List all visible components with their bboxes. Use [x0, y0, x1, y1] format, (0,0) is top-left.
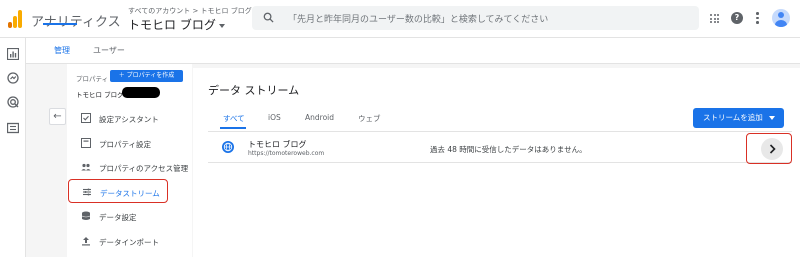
more-vert-icon[interactable] — [756, 12, 760, 25]
nav-item-label: プロパティ設定 — [99, 140, 152, 149]
help-icon[interactable]: ? — [731, 12, 743, 24]
explore-icon[interactable] — [7, 72, 19, 84]
redaction-bar — [122, 87, 160, 98]
search-placeholder: 「先月と昨年同月のユーザー数の比較」と検索してみてください — [288, 15, 549, 25]
web-globe-icon — [222, 141, 234, 153]
property-selector[interactable]: トモヒロ ブログ — [128, 16, 225, 33]
filter-tab-all[interactable]: すべて — [223, 113, 245, 124]
nav-item-data-import[interactable]: データインポート — [68, 229, 192, 253]
tab-user[interactable]: ユーザー — [93, 45, 125, 56]
analytics-logo-icon[interactable] — [8, 10, 22, 28]
account-breadcrumb[interactable]: すべてのアカウント > トモヒロ ブログ — [128, 6, 252, 16]
filter-tab-ios[interactable]: iOS — [268, 113, 281, 122]
create-property-button[interactable]: ＋ プロパティを作成 — [110, 70, 183, 82]
property-selector-label: トモヒロ ブログ — [128, 18, 216, 32]
filter-active-indicator — [220, 127, 246, 129]
stream-url: https://tomoteroweb.com — [248, 150, 325, 157]
upload-icon — [82, 237, 90, 246]
caret-down-icon — [218, 23, 225, 28]
nav-item-label: プロパティのアクセス管理 — [99, 164, 189, 173]
search-icon — [263, 12, 274, 23]
filter-tab-android[interactable]: Android — [305, 113, 334, 122]
settings-square-icon — [81, 138, 91, 148]
nav-item-label: データ設定 — [99, 213, 137, 222]
page-title: データ ストリーム — [208, 84, 300, 97]
configure-icon[interactable] — [7, 122, 19, 134]
data-stream-icon — [83, 188, 91, 196]
stream-status: 過去 48 時間に受信したデータはありません。 — [430, 145, 587, 154]
add-stream-label: ストリームを追加 — [703, 113, 763, 122]
nav-item-property-settings[interactable]: プロパティ設定 — [68, 131, 192, 155]
caret-down-icon — [768, 116, 775, 120]
top-bar: アナリティクス すべてのアカウント > トモヒロ ブログ トモヒロ ブログ 「先… — [0, 0, 800, 38]
tab-active-indicator — [43, 23, 77, 25]
left-rail — [0, 38, 26, 257]
nav-item-data-settings[interactable]: データ設定 — [68, 204, 192, 228]
ga-admin-page: アナリティクス すべてのアカウント > トモヒロ ブログ トモヒロ ブログ 「先… — [0, 0, 800, 257]
open-stream-button[interactable] — [761, 138, 783, 160]
nav-item-access-management[interactable]: プロパティのアクセス管理 — [68, 155, 192, 179]
apps-grid-icon[interactable] — [710, 14, 719, 23]
property-selector-dropdown[interactable]: トモヒロ ブログ — [76, 89, 124, 99]
database-icon — [81, 211, 91, 220]
nav-item-label: データストリーム — [100, 189, 160, 198]
people-icon — [81, 163, 91, 171]
checklist-icon — [81, 113, 91, 123]
filter-tab-web[interactable]: ウェブ — [358, 113, 381, 124]
stream-name: トモヒロ ブログ — [248, 140, 307, 149]
property-column-label: プロパティ — [76, 75, 109, 83]
tab-admin[interactable]: 管理 — [54, 45, 70, 56]
app-name: アナリティクス — [31, 11, 121, 30]
add-stream-button[interactable]: ストリームを追加 — [693, 108, 784, 128]
search-bar[interactable]: 「先月と昨年同月のユーザー数の比較」と検索してみてください — [252, 6, 699, 30]
back-button[interactable]: ← — [49, 108, 66, 125]
reports-icon[interactable] — [7, 48, 19, 60]
advertising-icon[interactable] — [7, 96, 19, 108]
nav-item-label: 設定アシスタント — [99, 115, 159, 124]
nav-item-data-streams[interactable]: データストリーム — [68, 179, 168, 203]
nav-item-label: データインポート — [99, 238, 159, 247]
nav-item-setup-assistant[interactable]: 設定アシスタント — [68, 106, 192, 130]
chevron-right-icon — [769, 144, 776, 154]
avatar[interactable] — [772, 9, 790, 27]
admin-tabs: 管理 ユーザー — [26, 38, 800, 64]
